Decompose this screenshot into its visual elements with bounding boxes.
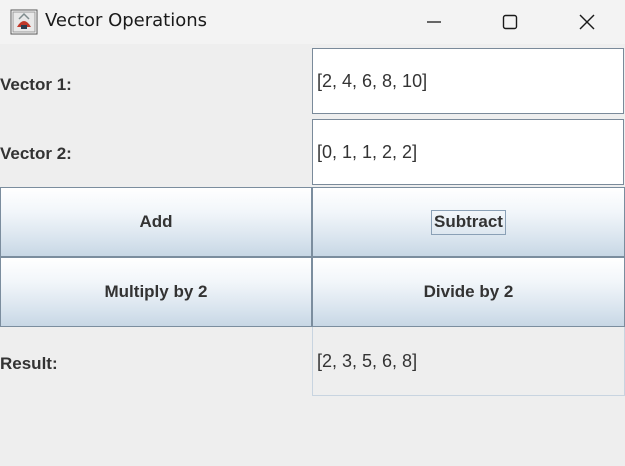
divide-button-label: Divide by 2 [423,282,514,301]
vector1-label: Vector 1: [0,75,72,94]
add-button[interactable]: Add [0,187,312,257]
content-panel: Vector 1: [2, 4, 6, 8, 10] Vector 2: [0,… [0,44,625,466]
title-bar: Vector Operations [0,0,625,44]
subtract-button-label: Subtract [431,209,506,235]
maximize-button[interactable] [472,0,548,44]
result-label: Result: [0,354,58,373]
maximize-icon [502,14,518,30]
java-app-icon [10,9,38,35]
vector2-input[interactable]: [0, 1, 1, 2, 2] [312,119,624,185]
result-value: [2, 3, 5, 6, 8] [312,327,625,396]
multiply-button[interactable]: Multiply by 2 [0,257,312,327]
vector1-input[interactable]: [2, 4, 6, 8, 10] [312,48,624,114]
window-title: Vector Operations [45,10,208,31]
minimize-button[interactable] [396,0,472,44]
vector2-label: Vector 2: [0,144,72,163]
add-button-label: Add [139,212,173,231]
multiply-button-label: Multiply by 2 [104,282,208,301]
close-button[interactable] [549,0,625,44]
close-icon [579,14,595,30]
divide-button[interactable]: Divide by 2 [312,257,625,327]
minimize-icon [427,21,441,23]
subtract-button[interactable]: Subtract [312,187,625,257]
